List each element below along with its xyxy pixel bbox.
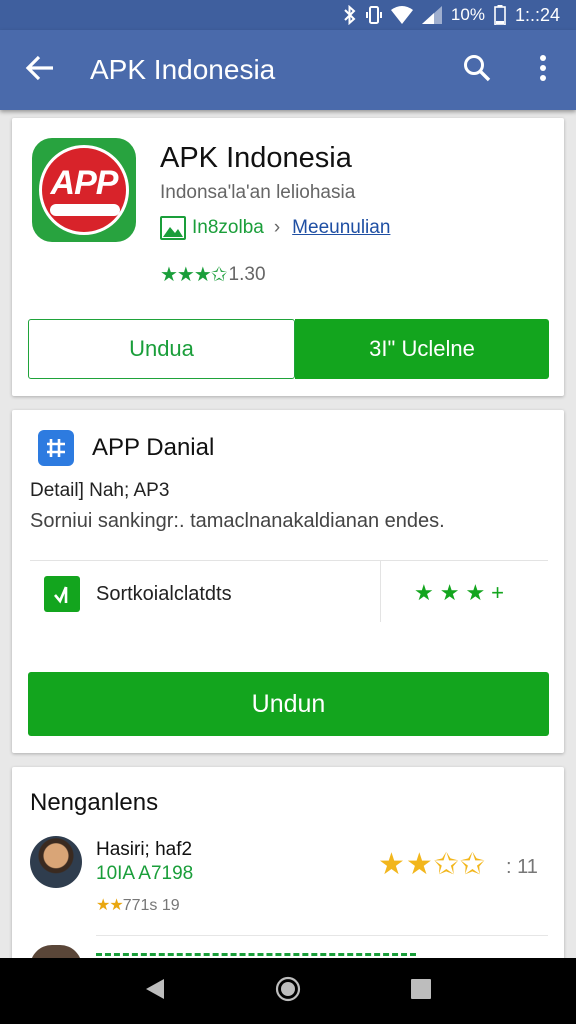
more-options-button[interactable] [510,30,576,110]
feature-rating-stars: ★★★+ [414,580,511,605]
undua-button[interactable]: Undua [28,319,295,379]
reviews-title: Nenganlens [30,789,159,816]
review-small-stars: ★★771s 19 [96,895,180,915]
bluetooth-icon [343,5,357,25]
app-logo-icon: APP [32,138,136,242]
rating-row: ★★★✩ 1.30 [160,262,266,287]
status-bar: 10% 1:.:24 [0,0,576,30]
search-icon [463,54,491,87]
avatar [30,836,82,888]
primary-action-button[interactable]: 3I" Uclelne [295,319,549,379]
vibrate-icon [365,5,382,25]
developer-image-icon [160,216,186,240]
rating-value: 1.30 [228,263,266,285]
search-button[interactable] [444,30,510,110]
vertical-divider [380,560,381,622]
app-subtitle: Indonsa'la'an leliohasia [160,182,356,203]
navigation-bar [0,958,576,1024]
divider [30,560,548,561]
app-logo-swoosh [50,204,120,216]
app-logo-text: APP [50,164,119,202]
reviews-card: Nenganlens Hasiri; haf2 10IA A7198 ★★771… [12,767,564,967]
chevron-right-icon: › [273,217,281,238]
app-bar: APK Indonesia [0,30,576,110]
app-details-card: APP Danial Detail] Nah; AP3 Sorniui sank… [12,410,564,753]
signal-icon [421,6,442,24]
home-nav-button[interactable] [275,976,301,1007]
review-stars: ★★✩✩ [378,848,487,881]
developer-row: In8zolba › Meeunulian [160,216,390,240]
app-header-card: APP APK Indonesia Indonsa'la'an leliohas… [12,118,564,396]
developer-name[interactable]: In8zolba [192,217,264,239]
feature-check-icon [44,576,80,612]
review-divider [96,935,548,936]
reviewer-code: 10IA A7198 [96,863,194,884]
recents-nav-button[interactable] [410,978,432,1005]
developer-link[interactable]: Meeunulian [292,217,390,239]
wifi-icon [390,6,413,24]
back-arrow-icon [25,55,55,86]
app-bar-title: APK Indonesia [90,54,276,85]
back-nav-button[interactable] [144,977,166,1006]
app-name: APK Indonesia [160,142,352,174]
battery-percent: 10% [450,5,485,24]
review-count: : 11 [506,856,538,878]
home-nav-icon [275,976,301,1007]
rating-stars: ★★★✩ [160,264,228,286]
review-small-stars-glyphs: ★★ [96,897,124,914]
reviewer-name: Hasiri; haf2 [96,839,193,860]
more-vert-icon [539,54,547,87]
section-title: APP Danial [92,434,215,461]
detail-line: Detail] Nah; AP3 [30,480,170,501]
feature-label[interactable]: Sortkoialclatdts [96,583,232,606]
back-nav-icon [144,977,166,1006]
clock: 1:.:24 [514,4,560,25]
app-details-icon [38,430,74,466]
review-small-text: 771s 19 [122,897,180,914]
back-button[interactable] [0,30,80,110]
download-button[interactable]: Undun [28,672,549,736]
recents-nav-icon [410,978,432,1005]
app-description: Sorniui sankingr:. tamaclnanakaldianan e… [30,510,445,532]
battery-icon [494,5,506,25]
